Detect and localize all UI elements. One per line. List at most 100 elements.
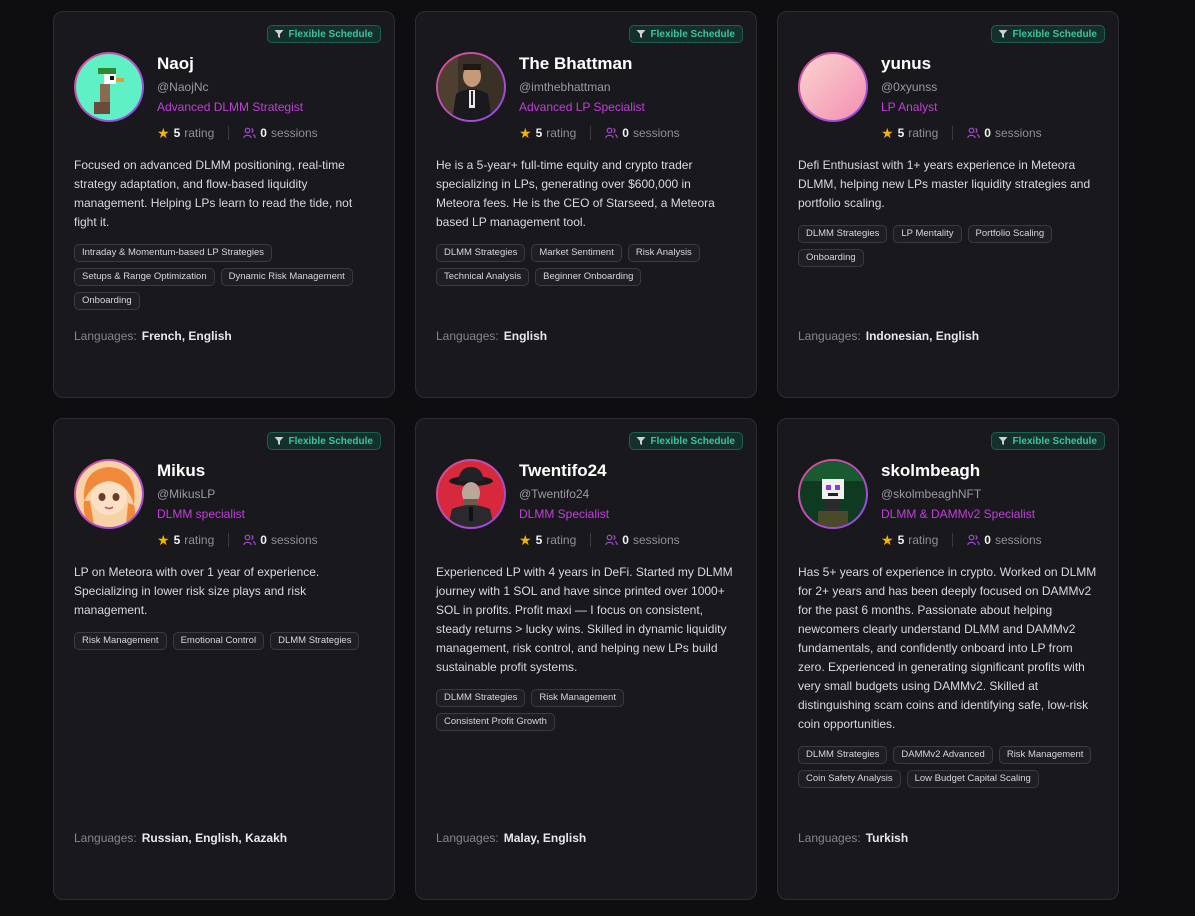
filter-icon	[998, 30, 1008, 38]
sessions-value: 0	[984, 533, 991, 547]
mentor-stats: ★ 5 rating 0 sessions	[519, 125, 680, 141]
sessions-value: 0	[622, 126, 629, 140]
tag-list: DLMM Strategies Risk Management Consiste…	[436, 689, 738, 731]
expertise-tag: Low Budget Capital Scaling	[906, 770, 1039, 788]
mentor-handle: @MikusLP	[157, 487, 216, 501]
expertise-tag: Dynamic Risk Management	[220, 268, 353, 286]
languages-value: Indonesian, English	[865, 329, 980, 343]
mentor-bio: Has 5+ years of experience in crypto. Wo…	[798, 565, 1097, 731]
expertise-tag: LP Mentality	[893, 225, 962, 243]
mentor-role: DLMM & DAMMv2 Specialist	[881, 507, 1036, 521]
mentor-role: DLMM specialist	[157, 507, 246, 521]
mentor-name[interactable]: skolmbeagh	[881, 459, 1042, 483]
expertise-tag: Portfolio Scaling	[967, 225, 1053, 243]
rating-label: rating	[546, 533, 577, 547]
mentor-handle: @imthebhattman	[519, 80, 611, 94]
sessions-label: sessions	[270, 126, 318, 140]
badge-label: Flexible Schedule	[1012, 28, 1097, 40]
expertise-tag: Risk Management	[998, 746, 1092, 764]
tag-list: DLMM Strategies DAMMv2 Advanced Risk Man…	[798, 746, 1100, 788]
languages: Languages: Malay, English	[436, 831, 586, 845]
rating-label: rating	[184, 126, 215, 140]
filter-icon	[636, 437, 646, 445]
mentor-stats: ★ 5 rating 0 sessions	[519, 532, 680, 548]
expertise-tag: DLMM Strategies	[798, 746, 888, 764]
expertise-tag: Market Sentiment	[531, 244, 622, 262]
star-icon: ★	[881, 532, 894, 548]
rating-value: 5	[173, 126, 181, 140]
filter-icon	[274, 30, 284, 38]
mentor-card[interactable]: Flexible Schedule Twentifo24 @Twentifo24…	[415, 418, 757, 900]
avatar-image	[438, 461, 504, 527]
mentor-handle: @NaojNc	[157, 80, 209, 94]
avatar-image	[438, 54, 504, 120]
languages-value: Malay, English	[503, 831, 587, 845]
rating-label: rating	[546, 126, 577, 140]
rating-value: 5	[897, 126, 905, 140]
sessions-value: 0	[984, 126, 991, 140]
mentor-handle: @0xyunss	[881, 80, 938, 94]
tag-list: DLMM Strategies Market Sentiment Risk An…	[436, 244, 738, 286]
avatar-image	[800, 461, 866, 527]
people-icon	[967, 127, 981, 139]
mentor-card[interactable]: Flexible Schedule	[777, 418, 1119, 900]
badge-label: Flexible Schedule	[650, 28, 735, 40]
mentor-card[interactable]: Flexible Schedule	[777, 11, 1119, 398]
languages: Languages: Indonesian, English	[798, 329, 979, 343]
rating-value: 5	[897, 533, 905, 547]
mentor-name[interactable]: The Bhattman	[519, 52, 680, 76]
rating-label: rating	[908, 533, 939, 547]
people-icon	[605, 534, 619, 546]
mentor-stats: ★ 5 rating 0 sessions	[157, 125, 318, 141]
mentor-bio: He is a 5-year+ full-time equity and cry…	[436, 158, 715, 229]
expertise-tag: Consistent Profit Growth	[436, 713, 555, 731]
expertise-tag: DLMM Strategies	[436, 244, 526, 262]
filter-icon	[274, 437, 284, 445]
mentor-name[interactable]: Naoj	[157, 52, 318, 76]
people-icon	[967, 534, 981, 546]
flexible-schedule-badge: Flexible Schedule	[628, 25, 743, 43]
rating-label: rating	[184, 533, 215, 547]
expertise-tag: Onboarding	[74, 292, 140, 310]
star-icon: ★	[881, 125, 894, 141]
expertise-tag: Risk Analysis	[627, 244, 700, 262]
sessions-label: sessions	[994, 126, 1042, 140]
sessions-value: 0	[622, 533, 629, 547]
languages: Languages: French, English	[74, 329, 232, 343]
expertise-tag: Coin Safety Analysis	[798, 770, 901, 788]
expertise-tag: Emotional Control	[172, 632, 265, 650]
expertise-tag: Risk Management	[531, 689, 624, 707]
avatar-image	[800, 54, 866, 120]
languages: Languages: English	[436, 329, 547, 343]
mentor-name[interactable]: Mikus	[157, 459, 318, 483]
expertise-tag: Intraday & Momentum-based LP Strategies	[74, 244, 273, 262]
expertise-tag: DLMM Strategies	[270, 632, 360, 650]
star-icon: ★	[157, 532, 170, 548]
sessions-label: sessions	[632, 533, 680, 547]
tag-list: Risk Management Emotional Control DLMM S…	[74, 632, 376, 650]
flexible-schedule-badge: Flexible Schedule	[990, 25, 1105, 43]
mentor-card[interactable]: Flexible Schedule	[53, 418, 395, 900]
divider	[952, 533, 954, 547]
sessions-value: 0	[260, 126, 267, 140]
mentor-name[interactable]: Twentifo24	[519, 459, 680, 483]
expertise-tag: DAMMv2 Advanced	[893, 746, 993, 764]
expertise-tag: Technical Analysis	[436, 268, 530, 286]
people-icon	[605, 127, 619, 139]
filter-icon	[636, 30, 646, 38]
sessions-label: sessions	[994, 533, 1042, 547]
mentor-card[interactable]: Flexible Schedule Naoj @NaojNc Advanced …	[53, 11, 395, 398]
badge-label: Flexible Schedule	[650, 435, 735, 447]
expertise-tag: Setups & Range Optimization	[74, 268, 215, 286]
languages-label: Languages:	[798, 831, 861, 845]
mentor-name[interactable]: yunus	[881, 52, 1042, 76]
avatar-image	[76, 461, 142, 527]
expertise-tag: Beginner Onboarding	[535, 268, 642, 286]
people-icon	[243, 534, 257, 546]
rating-value: 5	[535, 533, 543, 547]
mentor-bio: Focused on advanced DLMM positioning, re…	[74, 158, 353, 229]
languages-value: Turkish	[865, 831, 909, 845]
languages-label: Languages:	[798, 329, 861, 343]
mentor-card[interactable]: Flexible Schedule The Bhattman @imthebha…	[415, 11, 757, 398]
mentor-role: DLMM Specialist	[519, 507, 610, 521]
